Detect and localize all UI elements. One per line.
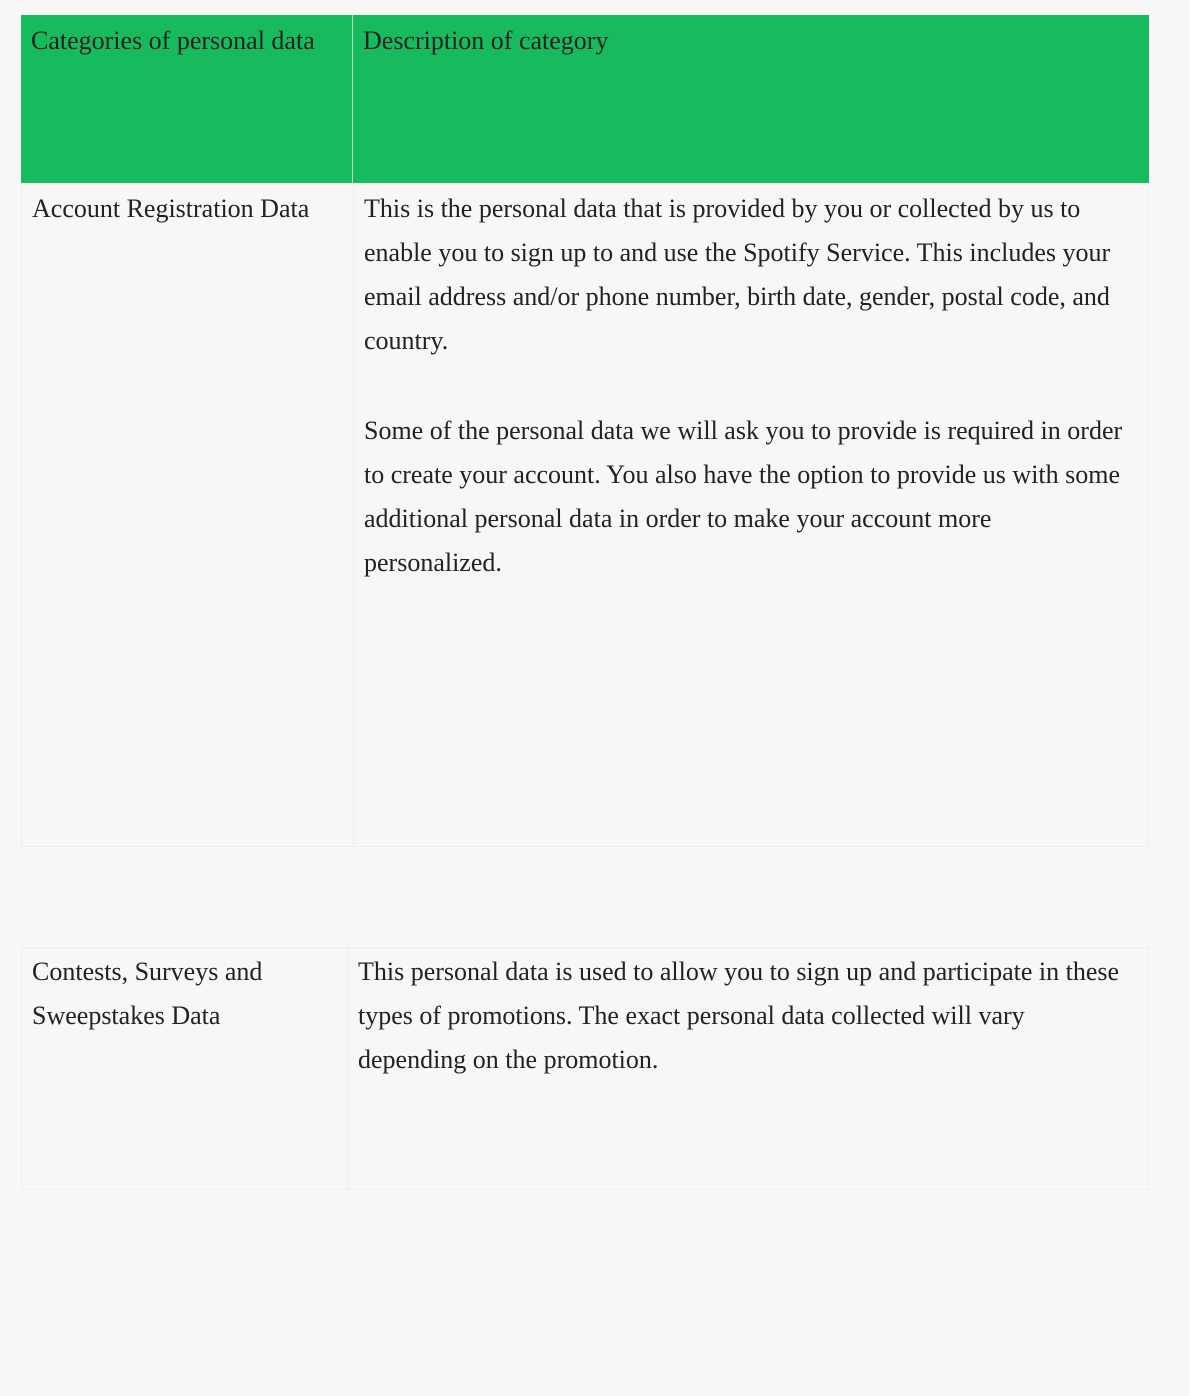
table-row: Account Registration Data This is the pe… bbox=[21, 183, 1149, 847]
row-column-divider bbox=[353, 183, 354, 845]
header-cell-categories: Categories of personal data bbox=[31, 26, 315, 55]
category-cell: Contests, Surveys and Sweepstakes Data bbox=[32, 957, 263, 1030]
description-paragraph: This is the personal data that is provid… bbox=[364, 194, 1111, 355]
table-header-row: Categories of personal data Description … bbox=[21, 15, 1149, 183]
description-paragraph: Some of the personal data we will ask yo… bbox=[364, 416, 1123, 577]
header-column-divider bbox=[352, 15, 353, 183]
category-cell: Account Registration Data bbox=[32, 194, 310, 223]
row-column-divider bbox=[347, 948, 348, 1189]
table-row: Contests, Surveys and Sweepstakes Data T… bbox=[21, 947, 1149, 1190]
description-cell: This is the personal data that is provid… bbox=[364, 187, 1134, 585]
header-cell-description: Description of category bbox=[363, 26, 609, 55]
page-right-margin bbox=[1190, 0, 1202, 1396]
description-cell: This personal data is used to allow you … bbox=[358, 950, 1138, 1082]
description-paragraph: This personal data is used to allow you … bbox=[358, 957, 1120, 1074]
